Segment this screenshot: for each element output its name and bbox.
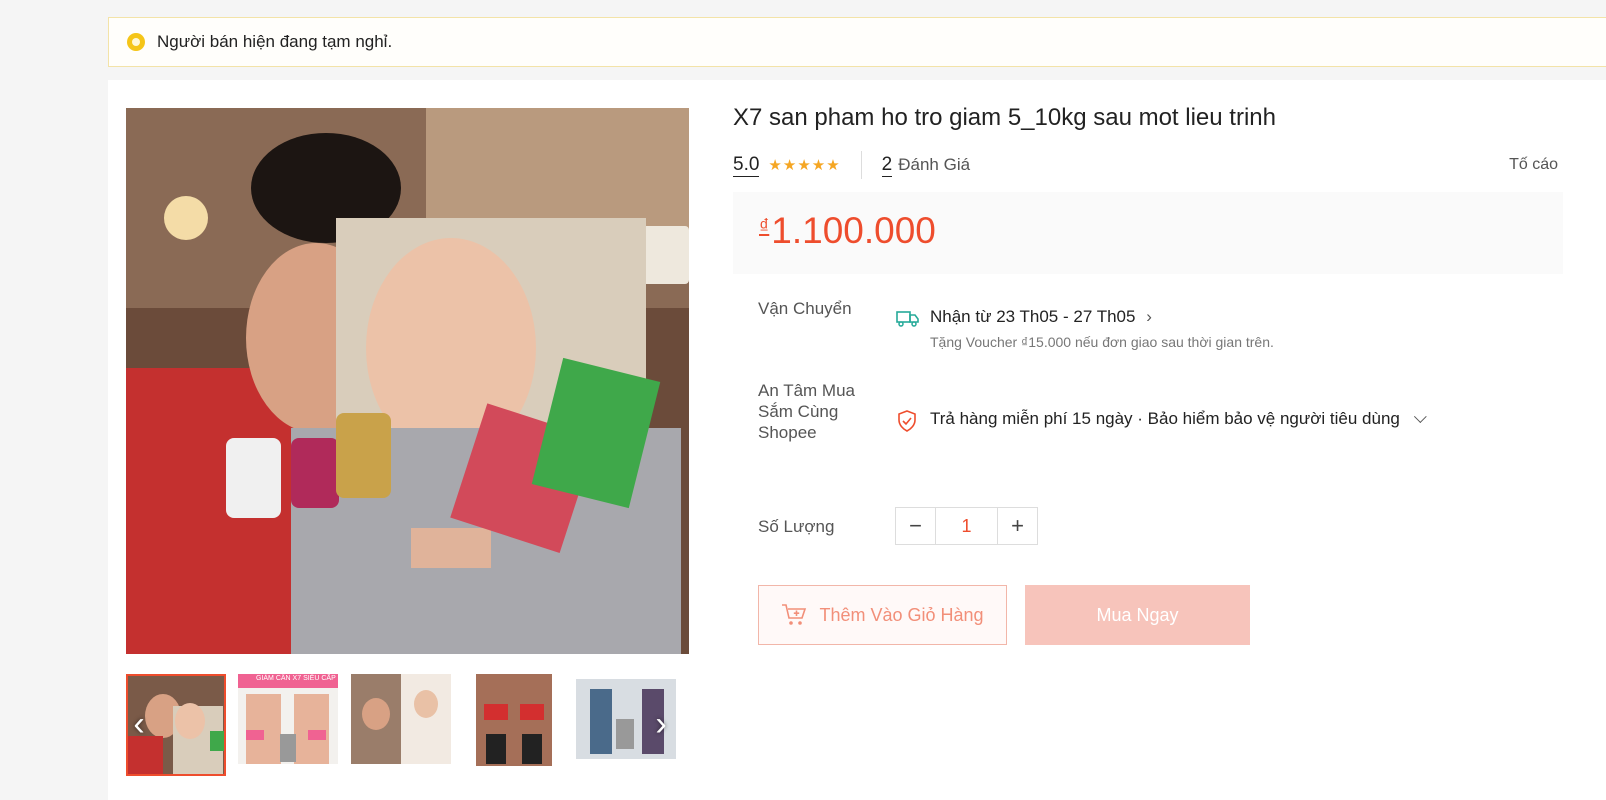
review-count[interactable]: 2 (881, 154, 893, 177)
guarantee-label-line: Sắm Cùng (758, 402, 839, 421)
rating-score[interactable]: 5.0 (733, 154, 760, 177)
review-label: Đánh Giá (898, 155, 971, 174)
lightbulb-icon (127, 33, 145, 51)
shipping-label: Vận Chuyển (758, 299, 852, 318)
guarantee-label-line: An Tâm Mua (758, 381, 856, 400)
price-value: 1.100.000 (771, 210, 936, 251)
price-box: ₫ 1.100.000 (733, 192, 1563, 274)
increase-quantity-button[interactable]: + (998, 508, 1037, 544)
report-link[interactable]: Tố cáo (1509, 156, 1558, 174)
guarantee-text: Trả hàng miễn phí 15 ngày · Bảo hiểm bảo… (930, 409, 1400, 428)
chevron-right-icon: › (1146, 307, 1152, 326)
currency-symbol: ₫ (759, 216, 770, 238)
truck-icon (896, 311, 919, 327)
product-title: X7 san pham ho tro giam 5_10kg sau mot l… (733, 104, 1276, 131)
thumbnail-next-button[interactable]: › (648, 704, 674, 744)
divider (860, 151, 862, 179)
add-to-cart-button[interactable]: Thêm Vào Giỏ Hàng (758, 585, 1007, 645)
chevron-right-icon: › (655, 705, 667, 743)
thumbnail-2[interactable]: GIẢM CÂN X7 SIÊU CẤP (238, 674, 338, 776)
shield-check-icon (898, 410, 916, 432)
delivery-estimate[interactable]: Nhận từ 23 Th05 - 27 Th05 › (930, 307, 1152, 327)
quantity-stepper: − 1 + (895, 507, 1038, 545)
guarantee-label-line: Shopee (758, 423, 817, 442)
thumbnail-4[interactable] (464, 674, 564, 776)
main-product-image[interactable] (126, 108, 689, 654)
add-to-cart-label: Thêm Vào Giỏ Hàng (819, 604, 984, 625)
rating-row: 5.0 ★★★★★ 2 Đánh Giá Tố cáo (733, 150, 1558, 180)
notice-text: Người bán hiện đang tạm nghỉ. (157, 32, 393, 51)
star-rating-icon: ★★★★★ (768, 157, 841, 174)
guarantee-dropdown[interactable]: Trả hàng miễn phí 15 ngày · Bảo hiểm bảo… (930, 409, 1427, 429)
delivery-voucher-note: Tặng Voucher ₫15.000 nếu đơn giao sau th… (930, 334, 1274, 350)
thumbnail-2-caption: GIẢM CÂN X7 SIÊU CẤP (256, 675, 336, 682)
thumbnail-prev-button[interactable]: ‹ (126, 704, 152, 744)
thumbnail-strip: GIẢM CÂN X7 SIÊU CẤP ‹ › (126, 674, 689, 778)
add-to-cart-icon (782, 604, 807, 625)
guarantee-label: An Tâm Mua Sắm Cùng Shopee (758, 380, 855, 443)
price: ₫ 1.100.000 (759, 210, 936, 252)
buy-now-button[interactable]: Mua Ngay (1025, 585, 1250, 645)
quantity-input[interactable]: 1 (935, 508, 998, 544)
seller-away-notice: Người bán hiện đang tạm nghỉ. (108, 17, 1606, 67)
delivery-text: Nhận từ 23 Th05 - 27 Th05 (930, 307, 1136, 326)
quantity-label: Số Lượng (758, 517, 835, 536)
decrease-quantity-button[interactable]: − (896, 508, 935, 544)
thumbnail-3[interactable] (351, 674, 451, 776)
chevron-left-icon: ‹ (133, 705, 145, 743)
